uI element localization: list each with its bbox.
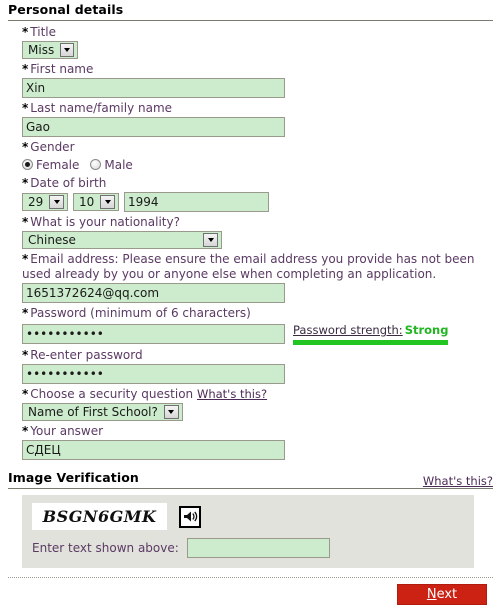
- password-strength-indicator: Password strength: Strong: [293, 322, 448, 345]
- reenter-password-input[interactable]: [22, 364, 285, 384]
- required-asterisk: *: [22, 62, 29, 76]
- section-divider: [8, 488, 493, 489]
- security-answer-row: [22, 440, 493, 460]
- image-verification-panel: BSGN6GMK Enter text shown above:: [22, 495, 474, 568]
- nationality-select-value: Chinese: [28, 233, 76, 247]
- reenter-password-label-text: Re-enter password: [30, 348, 143, 362]
- personal-details-heading: Personal details: [8, 2, 124, 17]
- speaker-icon[interactable]: [179, 505, 201, 528]
- last-name-label: * Last name/family name: [22, 101, 493, 116]
- title-select[interactable]: Miss: [22, 41, 78, 59]
- gender-radio-female-label[interactable]: Female: [36, 158, 79, 172]
- nationality-select[interactable]: Chinese: [22, 231, 222, 249]
- password-strength-bar: [293, 340, 448, 345]
- gender-radio-male[interactable]: [90, 159, 102, 170]
- security-question-label: * Choose a security question What's this?: [22, 387, 493, 402]
- footer: Next: [8, 584, 493, 605]
- required-asterisk: *: [22, 101, 29, 115]
- reenter-password-label: * Re-enter password: [22, 348, 493, 363]
- required-asterisk: *: [22, 140, 29, 154]
- first-name-label-text: First name: [30, 62, 94, 76]
- chevron-down-icon: [163, 405, 179, 419]
- captcha-entry-label: Enter text shown above:: [32, 541, 179, 555]
- title-row: Miss: [22, 41, 493, 59]
- security-question-value: Name of First School?: [28, 405, 158, 419]
- required-asterisk: *: [22, 348, 29, 362]
- password-input[interactable]: [22, 323, 285, 344]
- chevron-down-icon: [203, 233, 218, 247]
- gender-radio-male-label[interactable]: Male: [104, 158, 132, 172]
- required-asterisk: *: [22, 387, 29, 401]
- reenter-password-row: [22, 364, 493, 384]
- title-select-value: Miss: [28, 43, 55, 57]
- gender-radio-group: Female Male: [22, 156, 493, 173]
- chevron-down-icon: [100, 195, 115, 209]
- password-strength-value: Strong: [404, 323, 449, 337]
- last-name-label-text: Last name/family name: [30, 101, 173, 115]
- next-button-label: ext: [436, 587, 458, 602]
- next-button-accesskey: N: [426, 587, 437, 602]
- required-asterisk: *: [22, 25, 29, 39]
- security-answer-label-text: Your answer: [30, 424, 104, 438]
- security-answer-input[interactable]: [22, 440, 285, 460]
- image-verification-heading: Image Verification: [8, 470, 139, 485]
- email-input[interactable]: [22, 283, 285, 303]
- title-label: * Title: [22, 25, 493, 40]
- captcha-input[interactable]: [186, 538, 330, 558]
- registration-form-page: Personal details * Title Miss * First name…: [0, 0, 501, 605]
- password-strength-label: Password strength:: [293, 323, 403, 337]
- first-name-input[interactable]: [22, 78, 285, 98]
- footer-divider: [8, 577, 493, 578]
- password-label-text: Password (minimum of 6 characters): [30, 306, 251, 320]
- nationality-label-text: What is your nationality?: [30, 215, 180, 229]
- image-verification-whats-this-link[interactable]: What's this?: [423, 474, 493, 488]
- next-button[interactable]: Next: [397, 584, 487, 605]
- password-row: Password strength:Strong: [22, 322, 493, 345]
- security-question-select[interactable]: Name of First School?: [22, 403, 183, 421]
- chevron-down-icon: [60, 43, 74, 57]
- dob-day-select[interactable]: 29: [22, 193, 68, 211]
- gender-radio-female[interactable]: [22, 159, 33, 170]
- email-label: * Email address: Please ensure the email …: [22, 252, 493, 282]
- title-label-text: Title: [30, 25, 56, 39]
- security-question-whats-this-link[interactable]: What's this?: [197, 387, 267, 401]
- captcha-entry-row: Enter text shown above:: [32, 538, 464, 558]
- email-label-text: Email address: Please ensure the email a…: [22, 252, 475, 281]
- required-asterisk: *: [22, 306, 29, 320]
- required-asterisk: *: [22, 215, 29, 229]
- dob-month-select[interactable]: 10: [73, 193, 119, 211]
- first-name-label: * First name: [22, 62, 493, 77]
- dob-day-value: 29: [28, 195, 44, 209]
- password-label: * Password (minimum of 6 characters): [22, 306, 493, 321]
- dob-row: 29 10: [22, 192, 493, 212]
- security-answer-label: * Your answer: [22, 424, 493, 439]
- required-asterisk: *: [22, 176, 29, 190]
- first-name-row: [22, 78, 493, 98]
- captcha-row: BSGN6GMK: [32, 503, 464, 530]
- required-asterisk: *: [22, 424, 29, 438]
- security-question-row: Name of First School?: [22, 403, 493, 421]
- nationality-row: Chinese: [22, 231, 493, 249]
- dob-label: * Date of birth: [22, 176, 493, 191]
- email-row: [22, 283, 493, 303]
- nationality-label: * What is your nationality?: [22, 215, 493, 230]
- last-name-row: [22, 117, 493, 137]
- required-asterisk: *: [22, 252, 29, 266]
- last-name-input[interactable]: [22, 117, 285, 137]
- gender-label-text: Gender: [30, 140, 75, 154]
- chevron-down-icon: [49, 195, 64, 209]
- dob-label-text: Date of birth: [30, 176, 107, 190]
- security-question-label-text: Choose a security question: [30, 387, 194, 401]
- dob-year-input[interactable]: [124, 192, 269, 212]
- image-verification-header: Image Verification What's this?: [8, 468, 493, 488]
- dob-month-value: 10: [79, 195, 95, 209]
- gender-label: * Gender: [22, 140, 493, 155]
- section-divider: [8, 20, 493, 21]
- captcha-image: BSGN6GMK: [32, 503, 167, 530]
